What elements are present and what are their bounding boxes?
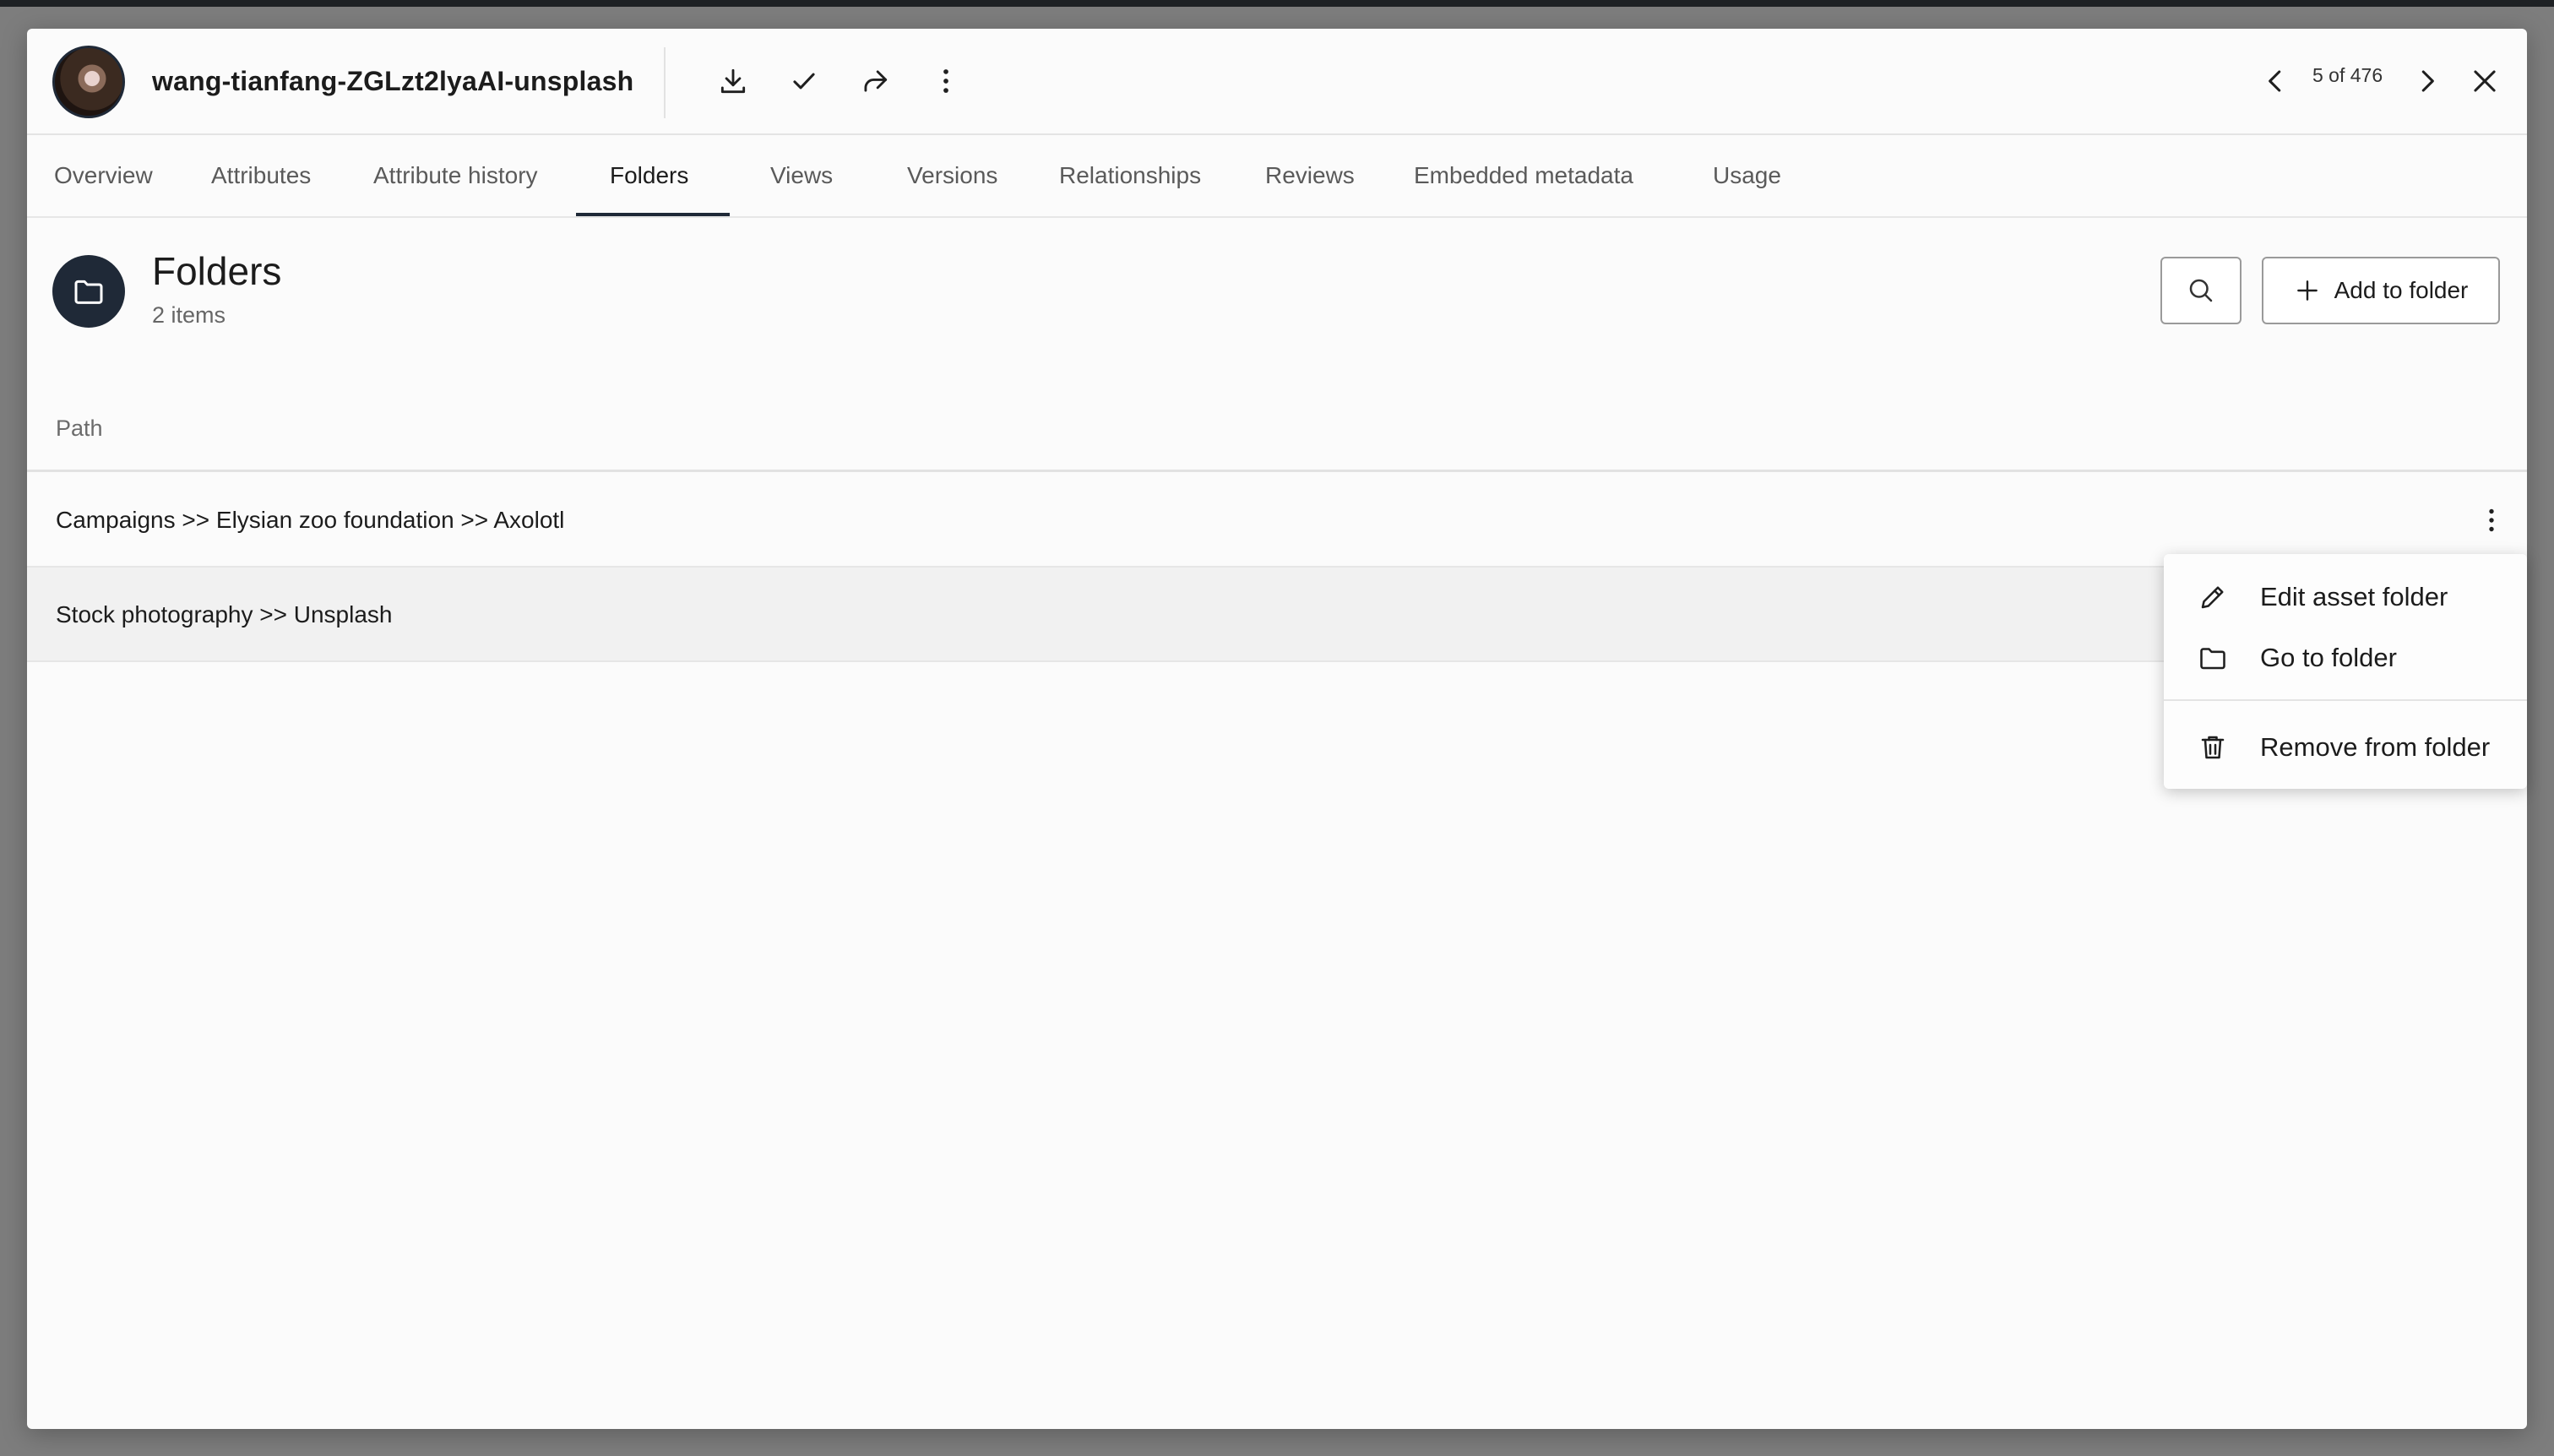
asset-detail-modal: wang-tianfang-ZGLzt2lyaAI-unsplash 5 of … [27, 29, 2527, 1429]
folder-path: Stock photography >> Unsplash [56, 601, 393, 627]
next-asset-button[interactable] [2405, 59, 2449, 103]
tab-folders[interactable]: Folders [610, 162, 688, 189]
pager-count: 5 of 476 [2312, 64, 2383, 86]
approve-button[interactable] [782, 59, 826, 103]
asset-title: wang-tianfang-ZGLzt2lyaAI-unsplash [152, 66, 634, 96]
tab-attributes[interactable]: Attributes [211, 162, 311, 189]
row-more-button[interactable] [2471, 500, 2512, 541]
tab-reviews[interactable]: Reviews [1265, 162, 1355, 189]
tab-relationships[interactable]: Relationships [1059, 162, 1201, 189]
row-context-menu: Edit asset folder Go to folder Remove fr… [2164, 554, 2527, 789]
tab-overview[interactable]: Overview [54, 162, 153, 189]
more-vertical-icon [2489, 508, 2494, 532]
tab-bar: Overview Attributes Attribute history Fo… [27, 137, 2527, 218]
table-row[interactable]: Campaigns >> Elysian zoo foundation >> A… [27, 473, 2527, 568]
share-button[interactable] [853, 59, 897, 103]
add-to-folder-button[interactable]: Add to folder [2262, 257, 2500, 324]
close-icon [2474, 70, 2496, 92]
search-icon [2189, 279, 2213, 302]
tab-attribute-history[interactable]: Attribute history [373, 162, 538, 189]
close-modal-button[interactable] [2463, 59, 2507, 103]
chevron-right-icon [2421, 70, 2434, 92]
menu-item-label: Remove from folder [2260, 732, 2491, 762]
folders-section-badge [52, 255, 125, 328]
menu-item-edit-asset-folder[interactable]: Edit asset folder [2164, 568, 2527, 627]
asset-thumbnail [52, 46, 125, 118]
add-to-folder-label: Add to folder [2334, 277, 2469, 303]
table-row[interactable]: Stock photography >> Unsplash [27, 568, 2527, 662]
share-icon [864, 70, 888, 92]
header-more-button[interactable] [924, 59, 968, 103]
folder-icon [2200, 648, 2225, 670]
modal-header: wang-tianfang-ZGLzt2lyaAI-unsplash 5 of … [27, 29, 2527, 135]
tab-views[interactable]: Views [770, 162, 833, 189]
plus-icon [2296, 280, 2318, 301]
section-title: Folders [152, 249, 282, 293]
previous-asset-button[interactable] [2253, 59, 2297, 103]
tab-usage[interactable]: Usage [1713, 162, 1781, 189]
header-divider [664, 47, 666, 118]
chevron-left-icon [2269, 70, 2281, 92]
menu-divider [2164, 699, 2527, 701]
column-header-path[interactable]: Path [56, 416, 103, 442]
table-header-divider [27, 470, 2527, 472]
tab-versions[interactable]: Versions [907, 162, 997, 189]
more-vertical-icon [943, 69, 948, 93]
menu-item-remove-from-folder[interactable]: Remove from folder [2164, 718, 2527, 777]
pencil-icon [2201, 586, 2224, 609]
folder-icon [74, 280, 103, 304]
trash-icon [2201, 736, 2225, 759]
item-count: 2 items [152, 302, 226, 328]
active-tab-indicator [576, 213, 730, 216]
folder-path: Campaigns >> Elysian zoo foundation >> A… [56, 507, 565, 533]
search-button[interactable] [2160, 257, 2242, 324]
download-icon [720, 68, 746, 94]
tab-embedded-metadata[interactable]: Embedded metadata [1414, 162, 1633, 189]
menu-item-label: Go to folder [2260, 643, 2397, 672]
check-icon [793, 73, 815, 90]
menu-item-label: Edit asset folder [2260, 582, 2448, 611]
menu-item-go-to-folder[interactable]: Go to folder [2164, 628, 2527, 687]
download-button[interactable] [711, 59, 755, 103]
window-top-strip [0, 0, 2554, 7]
